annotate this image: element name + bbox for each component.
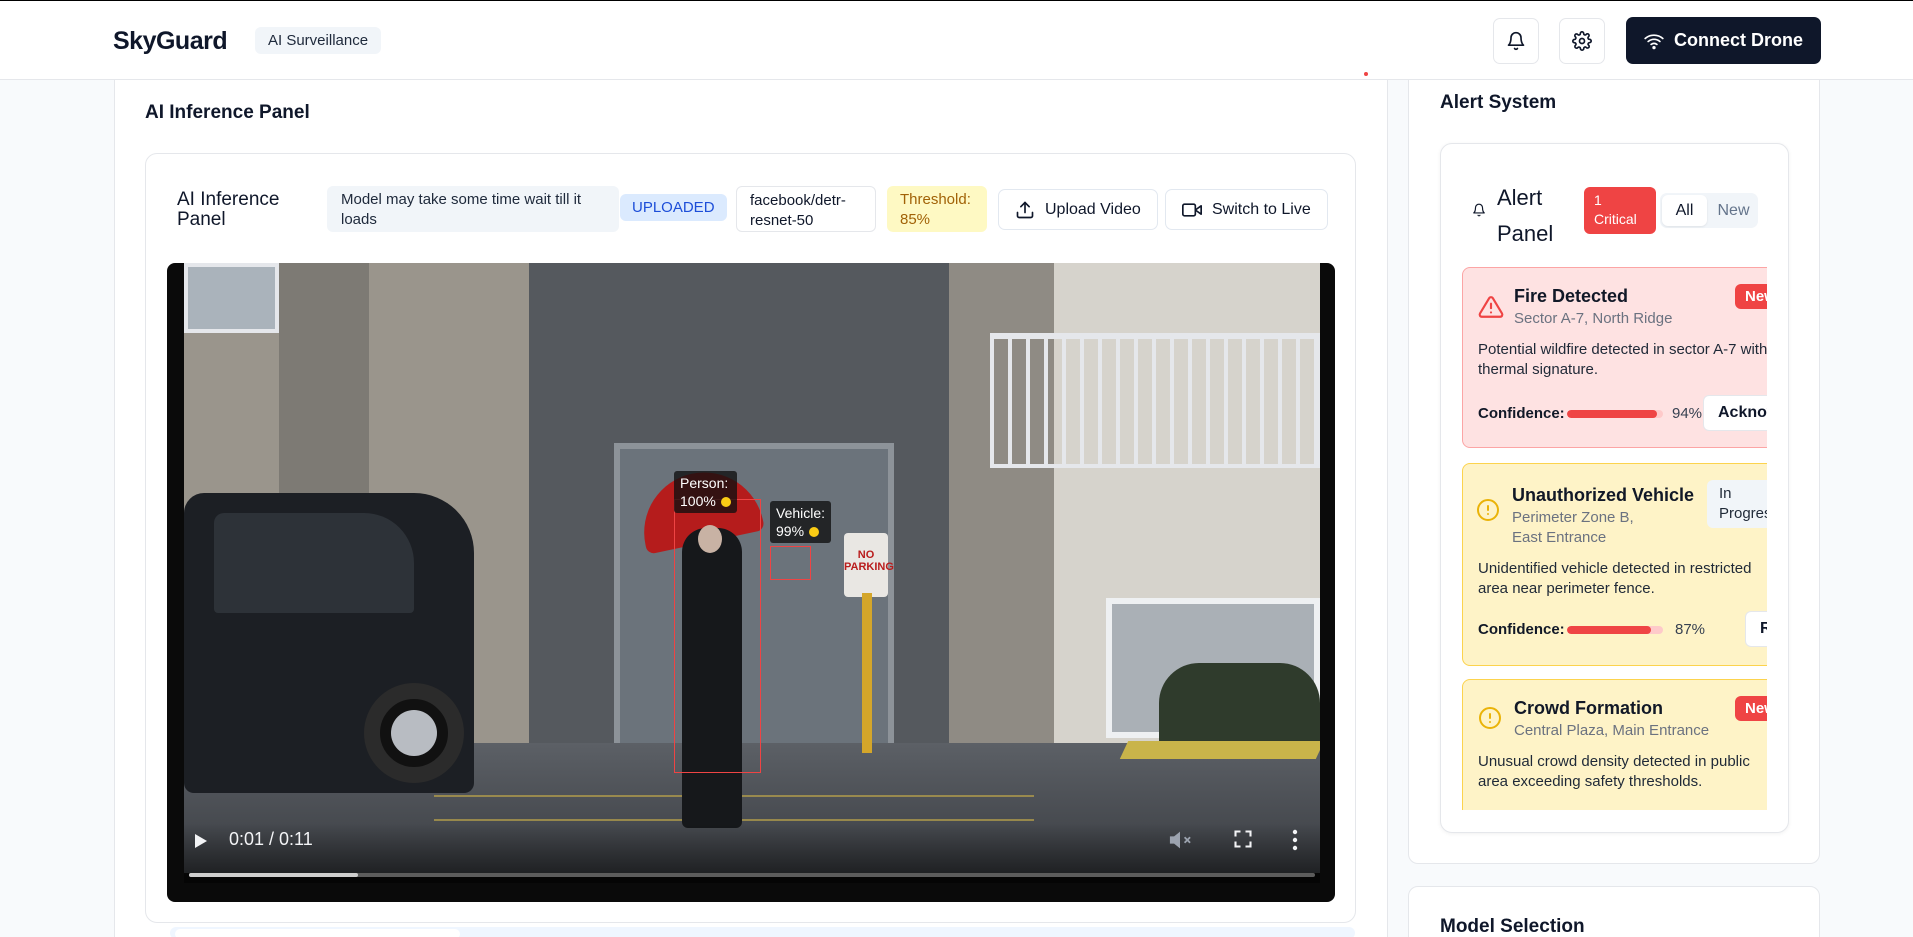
alert-title: Unauthorized Vehicle	[1512, 485, 1695, 505]
status-dot	[1364, 72, 1368, 76]
fullscreen-icon[interactable]	[1233, 829, 1253, 849]
model-loading-notice: Model may take some time wait till it lo…	[327, 186, 619, 232]
alert-item[interactable]: Crowd Formation Central Plaza, Main Entr…	[1462, 679, 1767, 810]
alert-item[interactable]: Unauthorized Vehicle Perimeter Zone B, E…	[1462, 463, 1767, 666]
alert-description: Unidentified vehicle detected in restric…	[1478, 560, 1752, 597]
alert-location: Central Plaza, Main Entrance	[1514, 722, 1710, 739]
bell-icon	[1473, 203, 1485, 217]
model-name-chip: facebook/detr-resnet-50	[736, 186, 876, 232]
settings-button[interactable]	[1559, 18, 1605, 64]
play-icon[interactable]	[193, 832, 209, 850]
top-bar: SkyGuard AI Surveillance Connect Drone	[0, 0, 1913, 80]
person-detection-label: Person: 100%	[674, 471, 737, 513]
vehicle-detection-label: Vehicle: 99%	[770, 501, 832, 543]
threshold-chip: Threshold: 85%	[887, 186, 987, 232]
alert-title: Crowd Formation	[1514, 698, 1663, 718]
model-selection-title: Model Selection	[1440, 916, 1585, 937]
connect-drone-label: Connect Drone	[1673, 30, 1803, 50]
alert-system-title: Alert System	[1440, 92, 1557, 113]
section-title: AI Inference Panel	[145, 102, 310, 123]
alert-panel-title: Alert Panel	[1497, 185, 1554, 246]
person-detection-box	[674, 499, 761, 773]
confidence-value: 87%	[1675, 621, 1706, 638]
confidence-bar	[1567, 410, 1663, 418]
alert-status-badge: In Progress	[1707, 480, 1767, 528]
switch-to-live-label: Switch to Live	[1212, 200, 1311, 218]
gear-icon	[1572, 31, 1592, 51]
acknowledge-button[interactable]: Acknowledge	[1703, 395, 1767, 431]
upload-icon	[1016, 201, 1034, 218]
video-time: 0:01 / 0:11	[229, 829, 313, 849]
alert-circle-icon	[1477, 499, 1499, 521]
video-player[interactable]: NO PARKING Person: 100% Vehicle: 99% 0:0…	[167, 263, 1335, 902]
confidence-label: Confidence:	[1478, 621, 1565, 638]
more-options-icon[interactable]	[1292, 829, 1298, 851]
alert-status-badge: New	[1735, 284, 1767, 309]
vehicle-label-text: Vehicle:	[776, 505, 826, 521]
surveillance-tag: AI Surveillance	[255, 27, 382, 54]
alert-description: Unusual crowd density detected in public…	[1478, 753, 1750, 790]
filter-new-tab[interactable]: New	[1711, 195, 1756, 226]
filter-all-tab[interactable]: All	[1662, 195, 1707, 226]
critical-count-badge: 1 Critical	[1584, 187, 1656, 234]
panel-title: AI Inference Panel	[177, 189, 280, 230]
warning-triangle-icon	[1478, 296, 1504, 318]
notifications-button[interactable]	[1493, 18, 1539, 64]
vehicle-detection-box	[770, 546, 811, 580]
vehicle-score: 99%	[776, 523, 805, 539]
video-frame: NO PARKING Person: 100% Vehicle: 99%	[184, 263, 1320, 873]
confidence-label: Confidence:	[1478, 405, 1565, 422]
alert-circle-icon	[1479, 707, 1501, 729]
upload-video-label: Upload Video	[1045, 200, 1141, 218]
alert-description: Potential wildfire detected in sector A-…	[1478, 341, 1767, 378]
connect-drone-button[interactable]: Connect Drone	[1626, 17, 1821, 64]
mute-icon[interactable]	[1169, 829, 1191, 851]
upload-video-button[interactable]: Upload Video	[998, 189, 1158, 230]
video-progress-bar[interactable]	[189, 873, 1315, 877]
no-parking-sign: NO PARKING	[844, 533, 894, 597]
alert-location: Perimeter Zone B, East Entrance	[1512, 509, 1634, 546]
brand-logo: SkyGuard	[113, 27, 228, 55]
wifi-icon	[1644, 33, 1664, 49]
confidence-value: 94%	[1672, 405, 1703, 422]
resolve-button[interactable]: Resolve	[1745, 611, 1767, 647]
confidence-bar	[1567, 626, 1663, 634]
alert-location: Sector A-7, North Ridge	[1514, 310, 1673, 327]
lower-tab[interactable]	[175, 929, 460, 937]
alert-title: Fire Detected	[1514, 286, 1629, 306]
switch-to-live-button[interactable]: Switch to Live	[1165, 189, 1328, 230]
bell-icon	[1507, 31, 1525, 51]
alert-list[interactable]: Fire Detected Sector A-7, North Ridge Ne…	[1462, 267, 1767, 810]
video-progress-fill	[189, 873, 358, 877]
alert-status-badge: New	[1735, 696, 1767, 721]
person-label-text: Person:	[680, 475, 729, 491]
video-camera-icon	[1182, 202, 1202, 217]
alert-item[interactable]: Fire Detected Sector A-7, North Ridge Ne…	[1462, 267, 1767, 448]
person-score: 100%	[680, 493, 716, 509]
status-badge: UPLOADED	[620, 194, 727, 221]
